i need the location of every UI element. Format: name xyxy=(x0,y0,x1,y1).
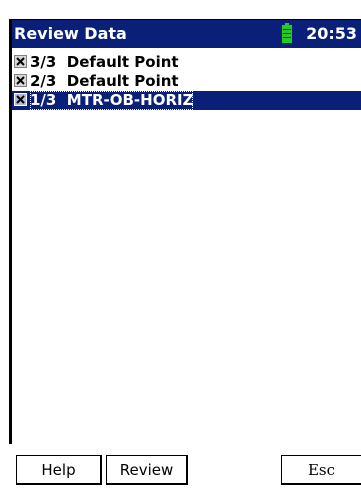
window-title: Review Data xyxy=(14,24,127,43)
list-item-label: 2/3 Default Point xyxy=(30,72,179,90)
device-screen: Review Data 20:53 3/3 Default Point 2/3 … xyxy=(0,0,361,489)
battery-icon xyxy=(282,23,292,43)
list-item-selected[interactable]: 1/3 MTR-OB-HORIZ xyxy=(12,91,361,110)
review-button[interactable]: Review xyxy=(106,455,188,485)
checkbox-checked[interactable] xyxy=(14,55,27,68)
x-mark-icon xyxy=(16,76,25,85)
x-mark-icon xyxy=(16,57,25,66)
esc-button[interactable]: Esc xyxy=(281,455,361,485)
review-data-list: 3/3 Default Point 2/3 Default Point 1/3 … xyxy=(12,53,361,110)
list-item-label: 1/3 MTR-OB-HORIZ xyxy=(30,91,194,110)
list-item[interactable]: 3/3 Default Point xyxy=(12,53,361,72)
checkbox-checked[interactable] xyxy=(14,74,27,87)
clock-time: 20:53 xyxy=(306,24,357,43)
list-item-label: 3/3 Default Point xyxy=(30,53,179,71)
x-mark-icon xyxy=(16,95,25,104)
help-button[interactable]: Help xyxy=(16,455,102,485)
title-bar: Review Data 20:53 xyxy=(12,20,361,48)
screen-margin xyxy=(0,0,9,489)
list-item[interactable]: 2/3 Default Point xyxy=(12,72,361,91)
checkbox-checked[interactable] xyxy=(14,93,27,106)
